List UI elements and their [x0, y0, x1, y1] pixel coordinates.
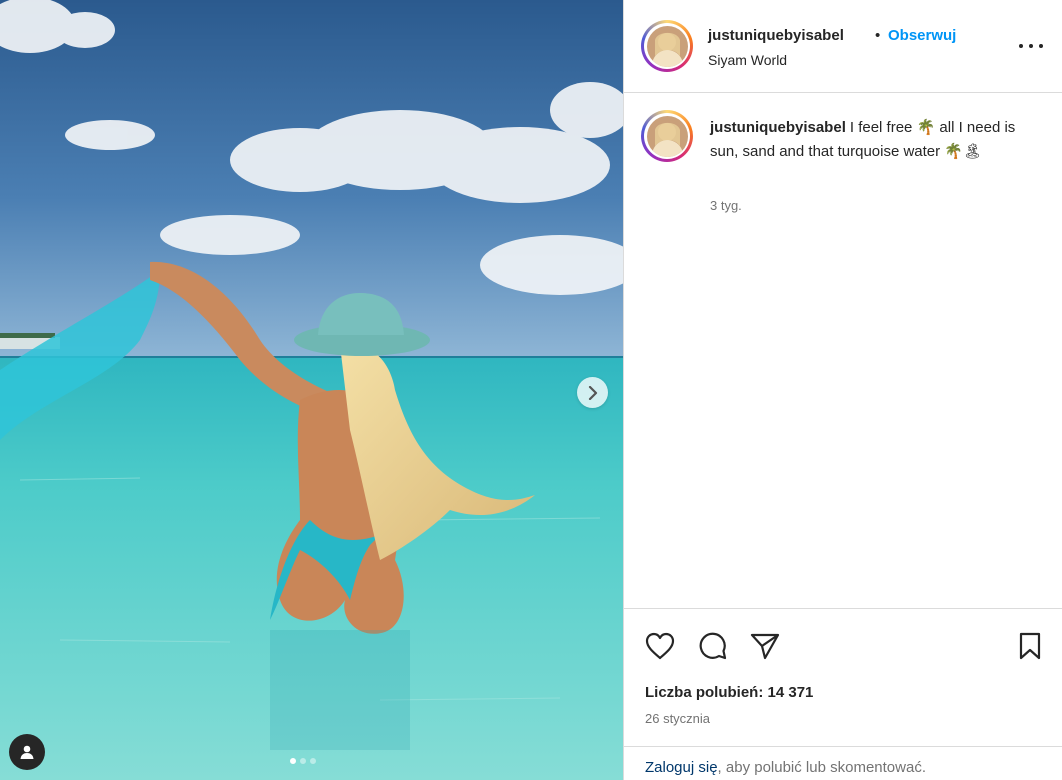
- comment-icon: [699, 632, 727, 660]
- post-date[interactable]: 26 stycznia: [645, 711, 710, 726]
- carousel-dot-active: [290, 758, 296, 764]
- bookmark-icon: [1019, 632, 1041, 660]
- user-tag-icon: [20, 745, 34, 759]
- actions-area: Liczba polubień: 14 371 26 stycznia Zalo…: [624, 608, 1062, 780]
- share-icon: [750, 633, 780, 660]
- location-link[interactable]: Siyam World: [708, 52, 787, 68]
- likes-count[interactable]: Liczba polubień: 14 371: [645, 684, 813, 701]
- caption-username[interactable]: justuniquebyisabel: [710, 119, 846, 136]
- post-sidebar: justuniquebyisabel • Obserwuj Siyam Worl…: [623, 0, 1062, 780]
- instagram-post: justuniquebyisabel • Obserwuj Siyam Worl…: [0, 0, 1062, 780]
- save-button[interactable]: [1013, 629, 1047, 663]
- carousel-dot: [300, 758, 306, 764]
- comment-button[interactable]: [696, 629, 730, 663]
- more-options-icon: [1019, 44, 1023, 48]
- heart-icon: [645, 632, 675, 660]
- caption-avatar[interactable]: [641, 110, 693, 162]
- more-options-button[interactable]: [1019, 36, 1043, 56]
- separator-dot: •: [875, 27, 881, 44]
- avatar[interactable]: [641, 20, 693, 72]
- post-photo: [0, 0, 623, 780]
- share-button[interactable]: [748, 629, 782, 663]
- follow-button[interactable]: Obserwuj: [888, 27, 956, 44]
- caption-timestamp[interactable]: 3 tyg.: [710, 198, 742, 213]
- carousel-indicator: [290, 758, 316, 764]
- caption-text: justuniquebyisabel I feel free 🌴 all I ne…: [710, 116, 1030, 164]
- username-link[interactable]: justuniquebyisabel: [708, 27, 844, 44]
- chevron-right-icon: [588, 385, 597, 400]
- post-media: [0, 0, 623, 780]
- login-link[interactable]: Zaloguj się: [645, 759, 718, 776]
- next-image-button[interactable]: [577, 377, 608, 408]
- like-button[interactable]: [643, 629, 677, 663]
- login-prompt: Zaloguj się, aby polubić lub skomentować…: [624, 746, 1062, 780]
- login-prompt-text: , aby polubić lub skomentować.: [717, 759, 926, 776]
- post-header: justuniquebyisabel • Obserwuj Siyam Worl…: [624, 0, 1062, 93]
- carousel-dot: [310, 758, 316, 764]
- user-tag-button[interactable]: [9, 734, 45, 770]
